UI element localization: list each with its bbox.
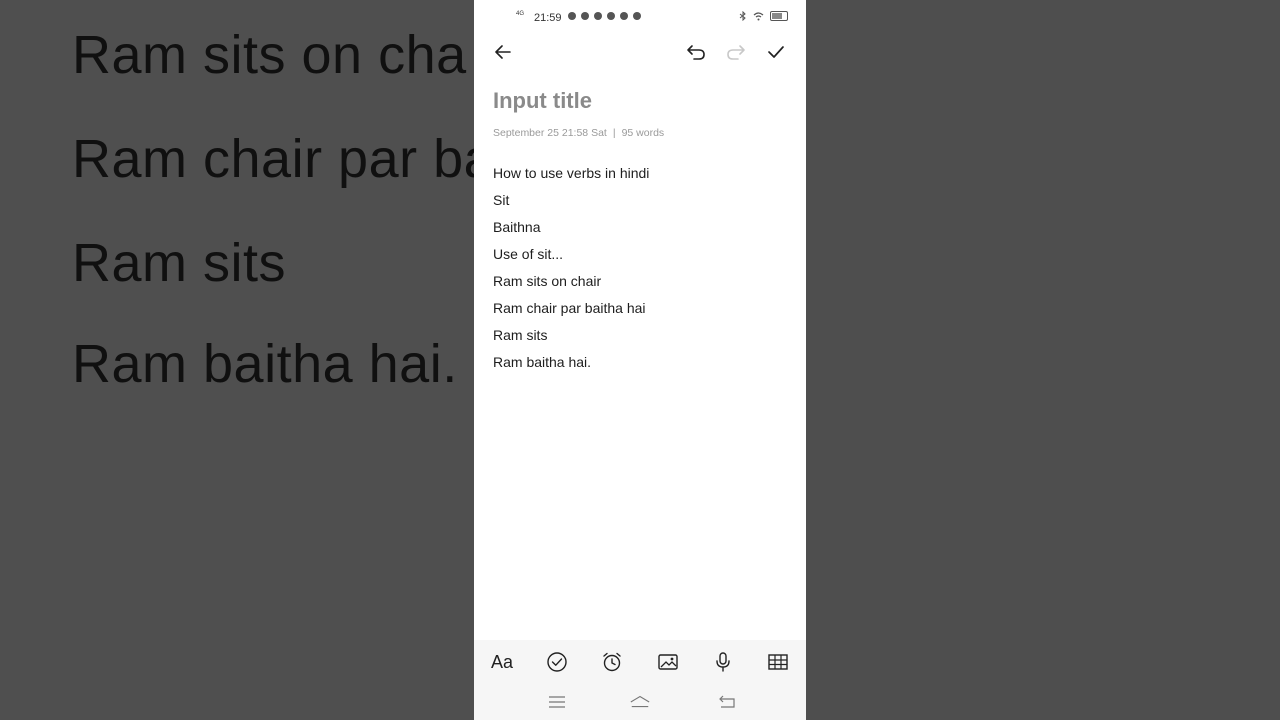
search-icon (633, 12, 641, 20)
menu-icon[interactable] (546, 692, 568, 712)
notification-icons (568, 12, 641, 20)
home-icon[interactable] (629, 692, 651, 712)
note-line[interactable]: Ram sits on chair (493, 270, 649, 297)
status-time: 21:59 (534, 12, 562, 24)
meta-separator: | (612, 127, 616, 139)
note-meta: September 25 21:58 Sat | 95 words (493, 127, 664, 139)
telegram-icon (568, 12, 576, 20)
messenger-icon (581, 12, 589, 20)
arrow-left-icon[interactable] (491, 40, 515, 64)
phone-screen: 4G 21:59 Input title September 25 21:58 … (474, 0, 806, 720)
note-title-input[interactable]: Input title (493, 88, 592, 114)
status-bar: 4G 21:59 (474, 0, 806, 36)
text-style-icon[interactable]: Aa (490, 650, 514, 674)
note-line[interactable]: Ram sits (493, 324, 649, 351)
editor-toolbar (474, 36, 806, 66)
note-line[interactable]: Use of sit... (493, 243, 649, 270)
system-nav-bar (474, 684, 806, 720)
background-panel-right (806, 0, 1280, 720)
word-count: 95 words (621, 127, 665, 139)
format-toolbar: Aa (474, 640, 806, 684)
redo-icon[interactable] (724, 40, 748, 64)
table-icon[interactable] (766, 650, 790, 674)
background-text-line: Ram chair par ba (72, 129, 495, 189)
instagram-icon (607, 12, 615, 20)
app-icon (594, 12, 602, 20)
background-text-line: Ram sits (72, 233, 287, 293)
help-icon (620, 12, 628, 20)
note-line[interactable]: Ram baitha hai. (493, 351, 649, 378)
image-icon[interactable] (656, 650, 680, 674)
note-line[interactable]: Ram chair par baitha hai (493, 297, 649, 324)
bluetooth-icon (739, 11, 746, 21)
background-text-line: Ram sits on cha (72, 25, 467, 85)
microphone-icon[interactable] (711, 650, 735, 674)
note-date: September 25 21:58 Sat (493, 127, 607, 139)
status-right (739, 11, 788, 21)
wifi-icon (753, 11, 764, 20)
note-body[interactable]: How to use verbs in hindi Sit Baithna Us… (493, 162, 649, 378)
battery-icon (770, 11, 788, 21)
network-indicator: 4G (516, 11, 525, 17)
note-line[interactable]: Sit (493, 189, 649, 216)
check-icon[interactable] (764, 40, 788, 64)
back-nav-icon[interactable] (716, 692, 738, 712)
note-line[interactable]: Baithna (493, 216, 649, 243)
undo-icon[interactable] (684, 40, 708, 64)
checklist-icon[interactable] (545, 650, 569, 674)
note-line[interactable]: How to use verbs in hindi (493, 162, 649, 189)
background-text-line: Ram baitha hai. (72, 334, 458, 394)
alarm-icon[interactable] (600, 650, 624, 674)
